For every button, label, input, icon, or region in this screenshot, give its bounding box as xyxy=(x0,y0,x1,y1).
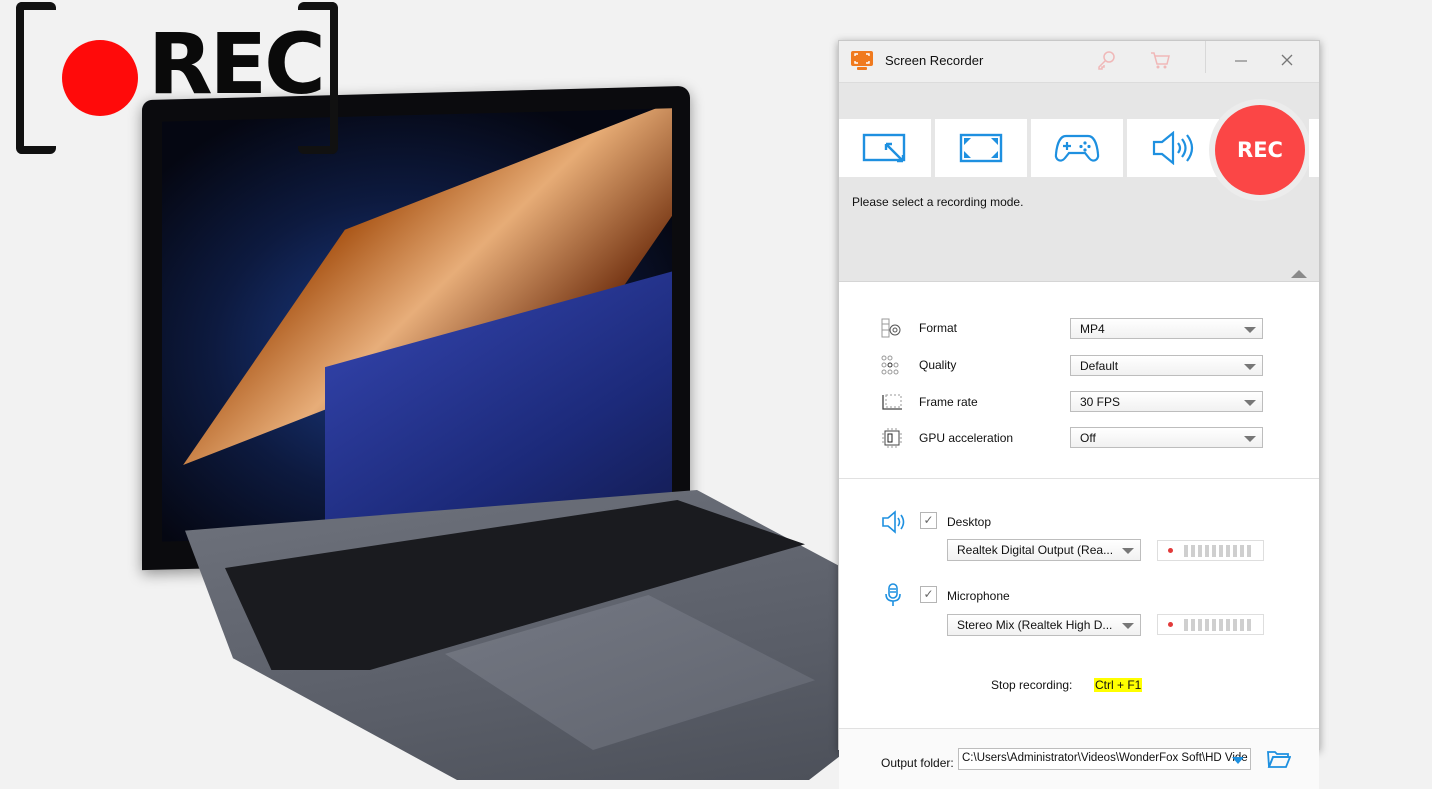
output-folder-label: Output folder: xyxy=(881,756,954,770)
chevron-down-icon xyxy=(1122,623,1134,629)
speaker-icon xyxy=(1152,131,1194,165)
region-mode-button[interactable] xyxy=(839,119,931,177)
rec-button[interactable]: REC xyxy=(1215,105,1305,195)
format-row: Format MP4 xyxy=(839,315,1319,341)
fullscreen-mode-button[interactable] xyxy=(935,119,1027,177)
format-value: MP4 xyxy=(1080,322,1105,336)
frame-rate-value: 30 FPS xyxy=(1080,395,1121,409)
desktop-device-select[interactable]: Realtek Digital Output (Rea... xyxy=(947,539,1141,561)
screen-recorder-window: Screen Recorder REC Please select a reco… xyxy=(838,40,1320,789)
quality-label: Quality xyxy=(919,358,957,372)
recording-mode-panel: REC Please select a recording mode. xyxy=(839,83,1319,282)
audio-only-mode-button[interactable] xyxy=(1127,119,1219,177)
frame-rate-select[interactable]: 30 FPS xyxy=(1070,391,1263,412)
fullscreen-icon xyxy=(959,133,1003,163)
rec-logo: REC xyxy=(16,0,338,160)
microphone-label: Microphone xyxy=(947,589,1010,603)
key-icon[interactable] xyxy=(1095,49,1117,71)
gpu-acceleration-label: GPU acceleration xyxy=(919,431,1014,445)
minimize-icon[interactable] xyxy=(1230,49,1252,71)
desktop-checkbox[interactable]: ✓ xyxy=(920,512,937,529)
gpu-acceleration-select[interactable]: Off xyxy=(1070,427,1263,448)
stop-recording-hotkey[interactable]: Ctrl + F1 xyxy=(1094,678,1143,692)
recording-mode-hint: Please select a recording mode. xyxy=(852,195,1024,209)
format-gear-icon xyxy=(881,318,901,338)
rec-logo-left-bracket xyxy=(16,2,56,154)
format-label: Format xyxy=(919,321,958,335)
quality-select[interactable]: Default xyxy=(1070,355,1263,376)
gpu-chip-icon xyxy=(882,428,902,448)
game-mode-button[interactable] xyxy=(1031,119,1123,177)
volume-level-bars xyxy=(1184,619,1254,631)
collapse-arrow-icon[interactable] xyxy=(1291,270,1307,278)
record-dot-icon xyxy=(1168,548,1173,553)
stop-recording-label: Stop recording: xyxy=(991,678,1073,692)
cart-icon[interactable] xyxy=(1149,49,1171,71)
frame-rate-icon xyxy=(882,394,902,410)
chevron-down-icon xyxy=(1244,327,1256,333)
microphone-device-select[interactable]: Stereo Mix (Realtek High D... xyxy=(947,614,1141,636)
frame-rate-row: Frame rate 30 FPS xyxy=(839,389,1319,415)
frame-rate-label: Frame rate xyxy=(919,395,978,409)
rec-logo-text: REC xyxy=(148,15,326,113)
laptop-screen-wallpaper xyxy=(162,108,672,542)
video-settings-section: Format MP4 Quality Default Frame rate 30… xyxy=(839,282,1319,479)
format-select[interactable]: MP4 xyxy=(1070,318,1263,339)
audio-settings-section: ✓ Desktop Realtek Digital Output (Rea...… xyxy=(839,479,1319,729)
microphone-device-value: Stereo Mix (Realtek High D... xyxy=(957,618,1113,632)
chevron-down-icon xyxy=(1244,364,1256,370)
volume-level-bars xyxy=(1184,545,1254,557)
output-folder-path: C:\Users\Administrator\Videos\WonderFox … xyxy=(962,752,1248,764)
region-resize-icon xyxy=(862,133,906,163)
desktop-volume-meter xyxy=(1157,540,1264,561)
close-icon[interactable] xyxy=(1276,49,1298,71)
quality-row: Quality Default xyxy=(839,352,1319,378)
chevron-down-icon xyxy=(1244,400,1256,406)
gamepad-icon xyxy=(1054,134,1100,162)
output-footer: Output folder: C:\Users\Administrator\Vi… xyxy=(839,729,1319,789)
record-dot-icon xyxy=(1168,622,1173,627)
mode-strip-edge xyxy=(1309,119,1319,177)
microphone-checkbox[interactable]: ✓ xyxy=(920,586,937,603)
gpu-acceleration-row: GPU acceleration Off xyxy=(839,425,1319,451)
chevron-down-icon[interactable] xyxy=(1232,757,1244,764)
desktop-label: Desktop xyxy=(947,515,992,529)
window-title: Screen Recorder xyxy=(885,53,984,68)
quality-dots-icon xyxy=(881,355,899,375)
microphone-icon xyxy=(885,583,901,606)
desktop-speaker-icon xyxy=(882,510,905,534)
microphone-volume-meter xyxy=(1157,614,1264,635)
rec-logo-dot-icon xyxy=(62,40,138,116)
titlebar-separator xyxy=(1205,41,1206,73)
quality-value: Default xyxy=(1080,359,1119,373)
chevron-down-icon xyxy=(1244,436,1256,442)
app-logo-icon xyxy=(851,51,873,70)
chevron-down-icon xyxy=(1122,548,1134,554)
open-folder-icon[interactable] xyxy=(1267,749,1291,769)
title-bar: Screen Recorder xyxy=(839,41,1319,83)
gpu-acceleration-value: Off xyxy=(1080,431,1096,445)
output-folder-field[interactable]: C:\Users\Administrator\Videos\WonderFox … xyxy=(958,748,1251,770)
desktop-device-value: Realtek Digital Output (Rea... xyxy=(957,543,1114,557)
